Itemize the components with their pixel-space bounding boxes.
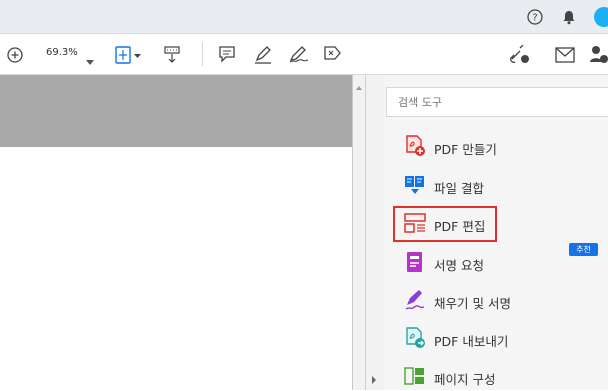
email-icon[interactable] <box>555 47 575 67</box>
share-link-icon[interactable] <box>508 44 532 69</box>
tool-organize-pages[interactable]: 페이지 구성 <box>404 365 594 391</box>
organize-pages-icon <box>404 365 426 387</box>
tool-fill-sign[interactable]: 채우기 및 서명 <box>404 289 594 315</box>
vertical-scrollbar[interactable] <box>353 75 366 390</box>
main-toolbar: 69.3% <box>0 34 608 75</box>
account-avatar[interactable] <box>592 6 608 32</box>
document-view[interactable] <box>0 75 353 390</box>
request-signature-icon <box>404 251 426 273</box>
keyboard-icon[interactable] <box>163 45 181 69</box>
toolbar-divider <box>202 42 203 66</box>
chevron-down-icon[interactable] <box>86 51 94 70</box>
tool-combine-files[interactable]: 파일 결합 <box>404 174 594 200</box>
tool-request-signature[interactable]: 서명 요청 <box>404 251 594 277</box>
tool-label: 채우기 및 서명 <box>434 296 511 311</box>
fill-sign-icon <box>404 289 426 311</box>
send-sign-icon[interactable] <box>322 43 344 69</box>
tool-label: PDF 만들기 <box>434 142 497 157</box>
collapse-panel-icon[interactable] <box>371 375 377 385</box>
notifications-icon[interactable] <box>561 9 577 29</box>
tool-label: PDF 내보내기 <box>434 334 509 349</box>
svg-text:?: ? <box>532 13 537 24</box>
zoom-in-icon[interactable] <box>7 47 23 67</box>
tool-edit-pdf[interactable]: PDF 편집 <box>404 212 504 238</box>
create-pdf-icon <box>404 135 426 157</box>
highlight-pen-icon[interactable] <box>253 45 273 69</box>
zoom-value[interactable]: 69.3% <box>46 47 78 58</box>
edit-pdf-icon <box>404 212 426 234</box>
tool-label: 페이지 구성 <box>434 372 496 387</box>
scroll-up-icon[interactable] <box>355 85 363 91</box>
tool-label: 서명 요청 <box>434 258 484 273</box>
help-icon[interactable]: ? <box>527 9 543 29</box>
title-bar: ? <box>0 0 608 34</box>
panel-splitter[interactable] <box>366 75 384 390</box>
add-user-icon[interactable] <box>590 45 608 69</box>
tool-label: 파일 결합 <box>434 181 484 196</box>
sign-icon[interactable] <box>288 44 310 68</box>
comment-icon[interactable] <box>218 45 236 67</box>
tool-create-pdf[interactable]: PDF 만들기 <box>404 135 594 161</box>
search-tools-input[interactable] <box>386 87 608 117</box>
tool-export-pdf[interactable]: PDF 내보내기 <box>404 327 594 353</box>
fit-page-icon[interactable] <box>114 45 144 69</box>
combine-files-icon <box>404 174 426 196</box>
export-pdf-icon <box>404 327 426 349</box>
tool-label: PDF 편집 <box>434 219 486 234</box>
document-page-background <box>0 75 352 147</box>
